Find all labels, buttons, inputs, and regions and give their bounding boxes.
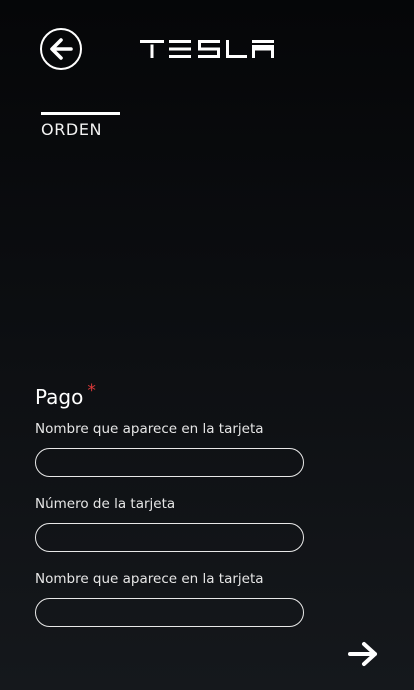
tesla-logo: [140, 40, 275, 58]
cardholder-name-label: Nombre que aparece en la tarjeta: [35, 421, 264, 437]
tab-orden[interactable]: ORDEN: [41, 112, 120, 139]
card-number-label: Número de la tarjeta: [35, 496, 176, 512]
arrow-left-icon: [50, 38, 73, 60]
cardholder-name-input[interactable]: [35, 448, 304, 477]
payment-section-title: Pago *: [35, 381, 96, 409]
payment-title-text: Pago: [35, 385, 84, 409]
cardholder-name-label-2: Nombre que aparece en la tarjeta: [35, 571, 264, 587]
next-button[interactable]: [346, 640, 380, 668]
cardholder-name-input-2[interactable]: [35, 598, 304, 627]
card-number-input[interactable]: [35, 523, 304, 552]
back-button[interactable]: [40, 28, 82, 70]
arrow-right-icon: [348, 642, 377, 666]
required-indicator: *: [87, 381, 96, 401]
